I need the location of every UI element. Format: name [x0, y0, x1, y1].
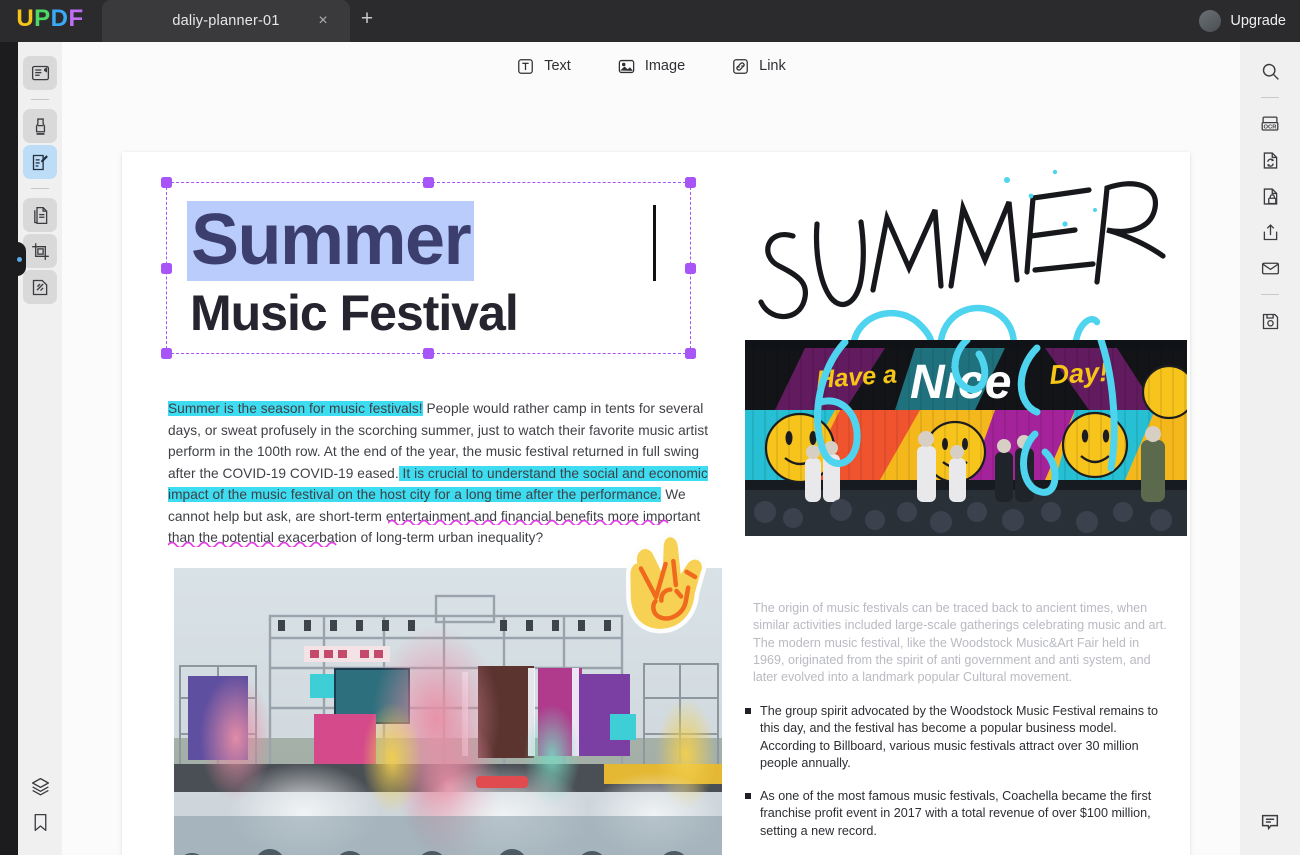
- right-body-paragraph[interactable]: The origin of music festivals can be tra…: [753, 600, 1171, 686]
- sidebar-item-crop[interactable]: [23, 234, 57, 268]
- share-icon: [1260, 222, 1281, 243]
- mural-crowd-photo[interactable]: Have a Nice Day!: [745, 340, 1187, 548]
- comment-icon: [1259, 811, 1281, 833]
- logo-letter-p: P: [34, 5, 51, 32]
- resize-handle-middle-left[interactable]: [161, 262, 172, 274]
- avatar[interactable]: [1199, 10, 1222, 32]
- upgrade-button[interactable]: Upgrade: [1199, 7, 1286, 35]
- upgrade-label: Upgrade: [1230, 13, 1286, 29]
- edit-toolbar: Text Image Link: [62, 42, 1240, 90]
- lock-doc-icon: [1260, 186, 1281, 207]
- refresh-doc-icon: [1260, 150, 1281, 171]
- sidebar-item-layers[interactable]: [23, 769, 57, 803]
- close-icon[interactable]: ×: [314, 12, 332, 30]
- rail-divider: [31, 188, 49, 189]
- resize-handle-bottom-left[interactable]: [161, 348, 172, 359]
- resize-handle-middle-right[interactable]: [685, 262, 696, 274]
- peace-hand-sticker: [610, 532, 722, 642]
- resize-handle-bottom-right[interactable]: [685, 348, 696, 359]
- resize-handle-top-center[interactable]: [423, 177, 434, 188]
- image-icon: [617, 57, 636, 76]
- tool-text-label: Text: [544, 58, 571, 74]
- rail-divider: [31, 99, 49, 100]
- left-body-paragraph[interactable]: Summer is the season for music festivals…: [168, 398, 716, 549]
- text-caret: [653, 205, 656, 281]
- sidebar-item-bookmark[interactable]: [23, 805, 57, 839]
- handwritten-summer-graphic: [745, 164, 1175, 349]
- right-toolbar: OCR: [1240, 42, 1300, 855]
- sidebar-collapse-handle[interactable]: [12, 242, 26, 276]
- text-box-icon: [516, 57, 535, 76]
- list-item[interactable]: As one of the most famous music festival…: [745, 788, 1171, 840]
- title-bar: UPDF daliy-planner-01 × + Upgrade: [0, 0, 1300, 42]
- svg-text:OCR: OCR: [1263, 125, 1277, 131]
- rail-divider: [1261, 294, 1279, 295]
- resize-handle-bottom-center[interactable]: [423, 348, 434, 359]
- squiggly-underline-2: [168, 540, 342, 547]
- crop-icon: [30, 241, 51, 262]
- save-icon: [1260, 311, 1281, 332]
- list-item-text: As one of the most famous music festival…: [760, 789, 1152, 838]
- text-selection-box[interactable]: Summer Music Festival: [161, 177, 696, 359]
- title-line-selected[interactable]: Summer: [187, 201, 475, 281]
- envelope-icon: [1260, 258, 1281, 279]
- layers-icon: [30, 776, 51, 797]
- organize-pages-icon: [30, 205, 51, 226]
- reader-icon: [30, 63, 51, 84]
- list-item-text: The group spirit advocated by the Woodst…: [760, 704, 1159, 770]
- bullet-square-icon: [745, 793, 751, 800]
- sidebar-item-search[interactable]: [1253, 54, 1287, 88]
- new-tab-button[interactable]: +: [350, 0, 384, 42]
- tool-link[interactable]: Link: [731, 57, 786, 76]
- squiggly-underline-1: [388, 518, 670, 525]
- highlighter-icon: [30, 116, 51, 137]
- sidebar-item-ocr[interactable]: OCR: [1253, 107, 1287, 141]
- sidebar-item-protect[interactable]: [1253, 179, 1287, 213]
- tool-link-label: Link: [759, 58, 786, 74]
- sidebar-item-save[interactable]: [1253, 304, 1287, 338]
- document-tab-label: daliy-planner-01: [172, 13, 280, 29]
- mural-text-right: Day!: [1049, 357, 1109, 390]
- search-icon: [1260, 61, 1281, 82]
- title-line-second[interactable]: Music Festival: [190, 287, 519, 340]
- resize-handle-top-right[interactable]: [685, 177, 696, 188]
- updf-logo: UPDF: [0, 0, 100, 42]
- ocr-icon: OCR: [1259, 113, 1281, 135]
- pdf-page[interactable]: Summer Music Festival Have a Nice Day! S…: [122, 152, 1190, 855]
- sidebar-item-reader[interactable]: [23, 56, 57, 90]
- sidebar-item-convert[interactable]: [23, 270, 57, 304]
- tool-image-label: Image: [644, 58, 686, 74]
- link-icon: [731, 57, 750, 76]
- list-item[interactable]: The group spirit advocated by the Woodst…: [745, 703, 1171, 772]
- highlighted-sentence-1: Summer is the season for music festivals…: [168, 401, 423, 416]
- bullet-list[interactable]: The group spirit advocated by the Woodst…: [745, 703, 1171, 855]
- bullet-square-icon: [745, 708, 751, 714]
- bookmark-icon: [30, 812, 51, 833]
- sidebar-item-comment[interactable]: [1253, 805, 1287, 839]
- app-body: Text Image Link Summer Music Festival Ha…: [0, 42, 1300, 855]
- sidebar-item-organize[interactable]: [23, 198, 57, 232]
- logo-letter-d: D: [50, 5, 69, 32]
- resize-handle-top-left[interactable]: [161, 177, 172, 188]
- logo-letter-f: F: [68, 5, 84, 32]
- convert-icon: [30, 277, 51, 298]
- rail-divider: [1261, 97, 1279, 98]
- sidebar-item-edit[interactable]: [23, 145, 57, 179]
- sidebar-item-annotate[interactable]: [23, 109, 57, 143]
- document-canvas[interactable]: Summer Music Festival Have a Nice Day! S…: [62, 90, 1240, 855]
- logo-letter-u: U: [16, 5, 35, 32]
- sidebar-item-convert[interactable]: [1253, 143, 1287, 177]
- tool-image[interactable]: Image: [617, 57, 685, 76]
- sidebar-item-share[interactable]: [1253, 215, 1287, 249]
- sidebar-item-email[interactable]: [1253, 251, 1287, 285]
- tool-text[interactable]: Text: [516, 57, 571, 76]
- document-tab[interactable]: daliy-planner-01 ×: [102, 0, 350, 42]
- edit-pdf-icon: [30, 152, 51, 173]
- left-toolbar: [18, 42, 62, 855]
